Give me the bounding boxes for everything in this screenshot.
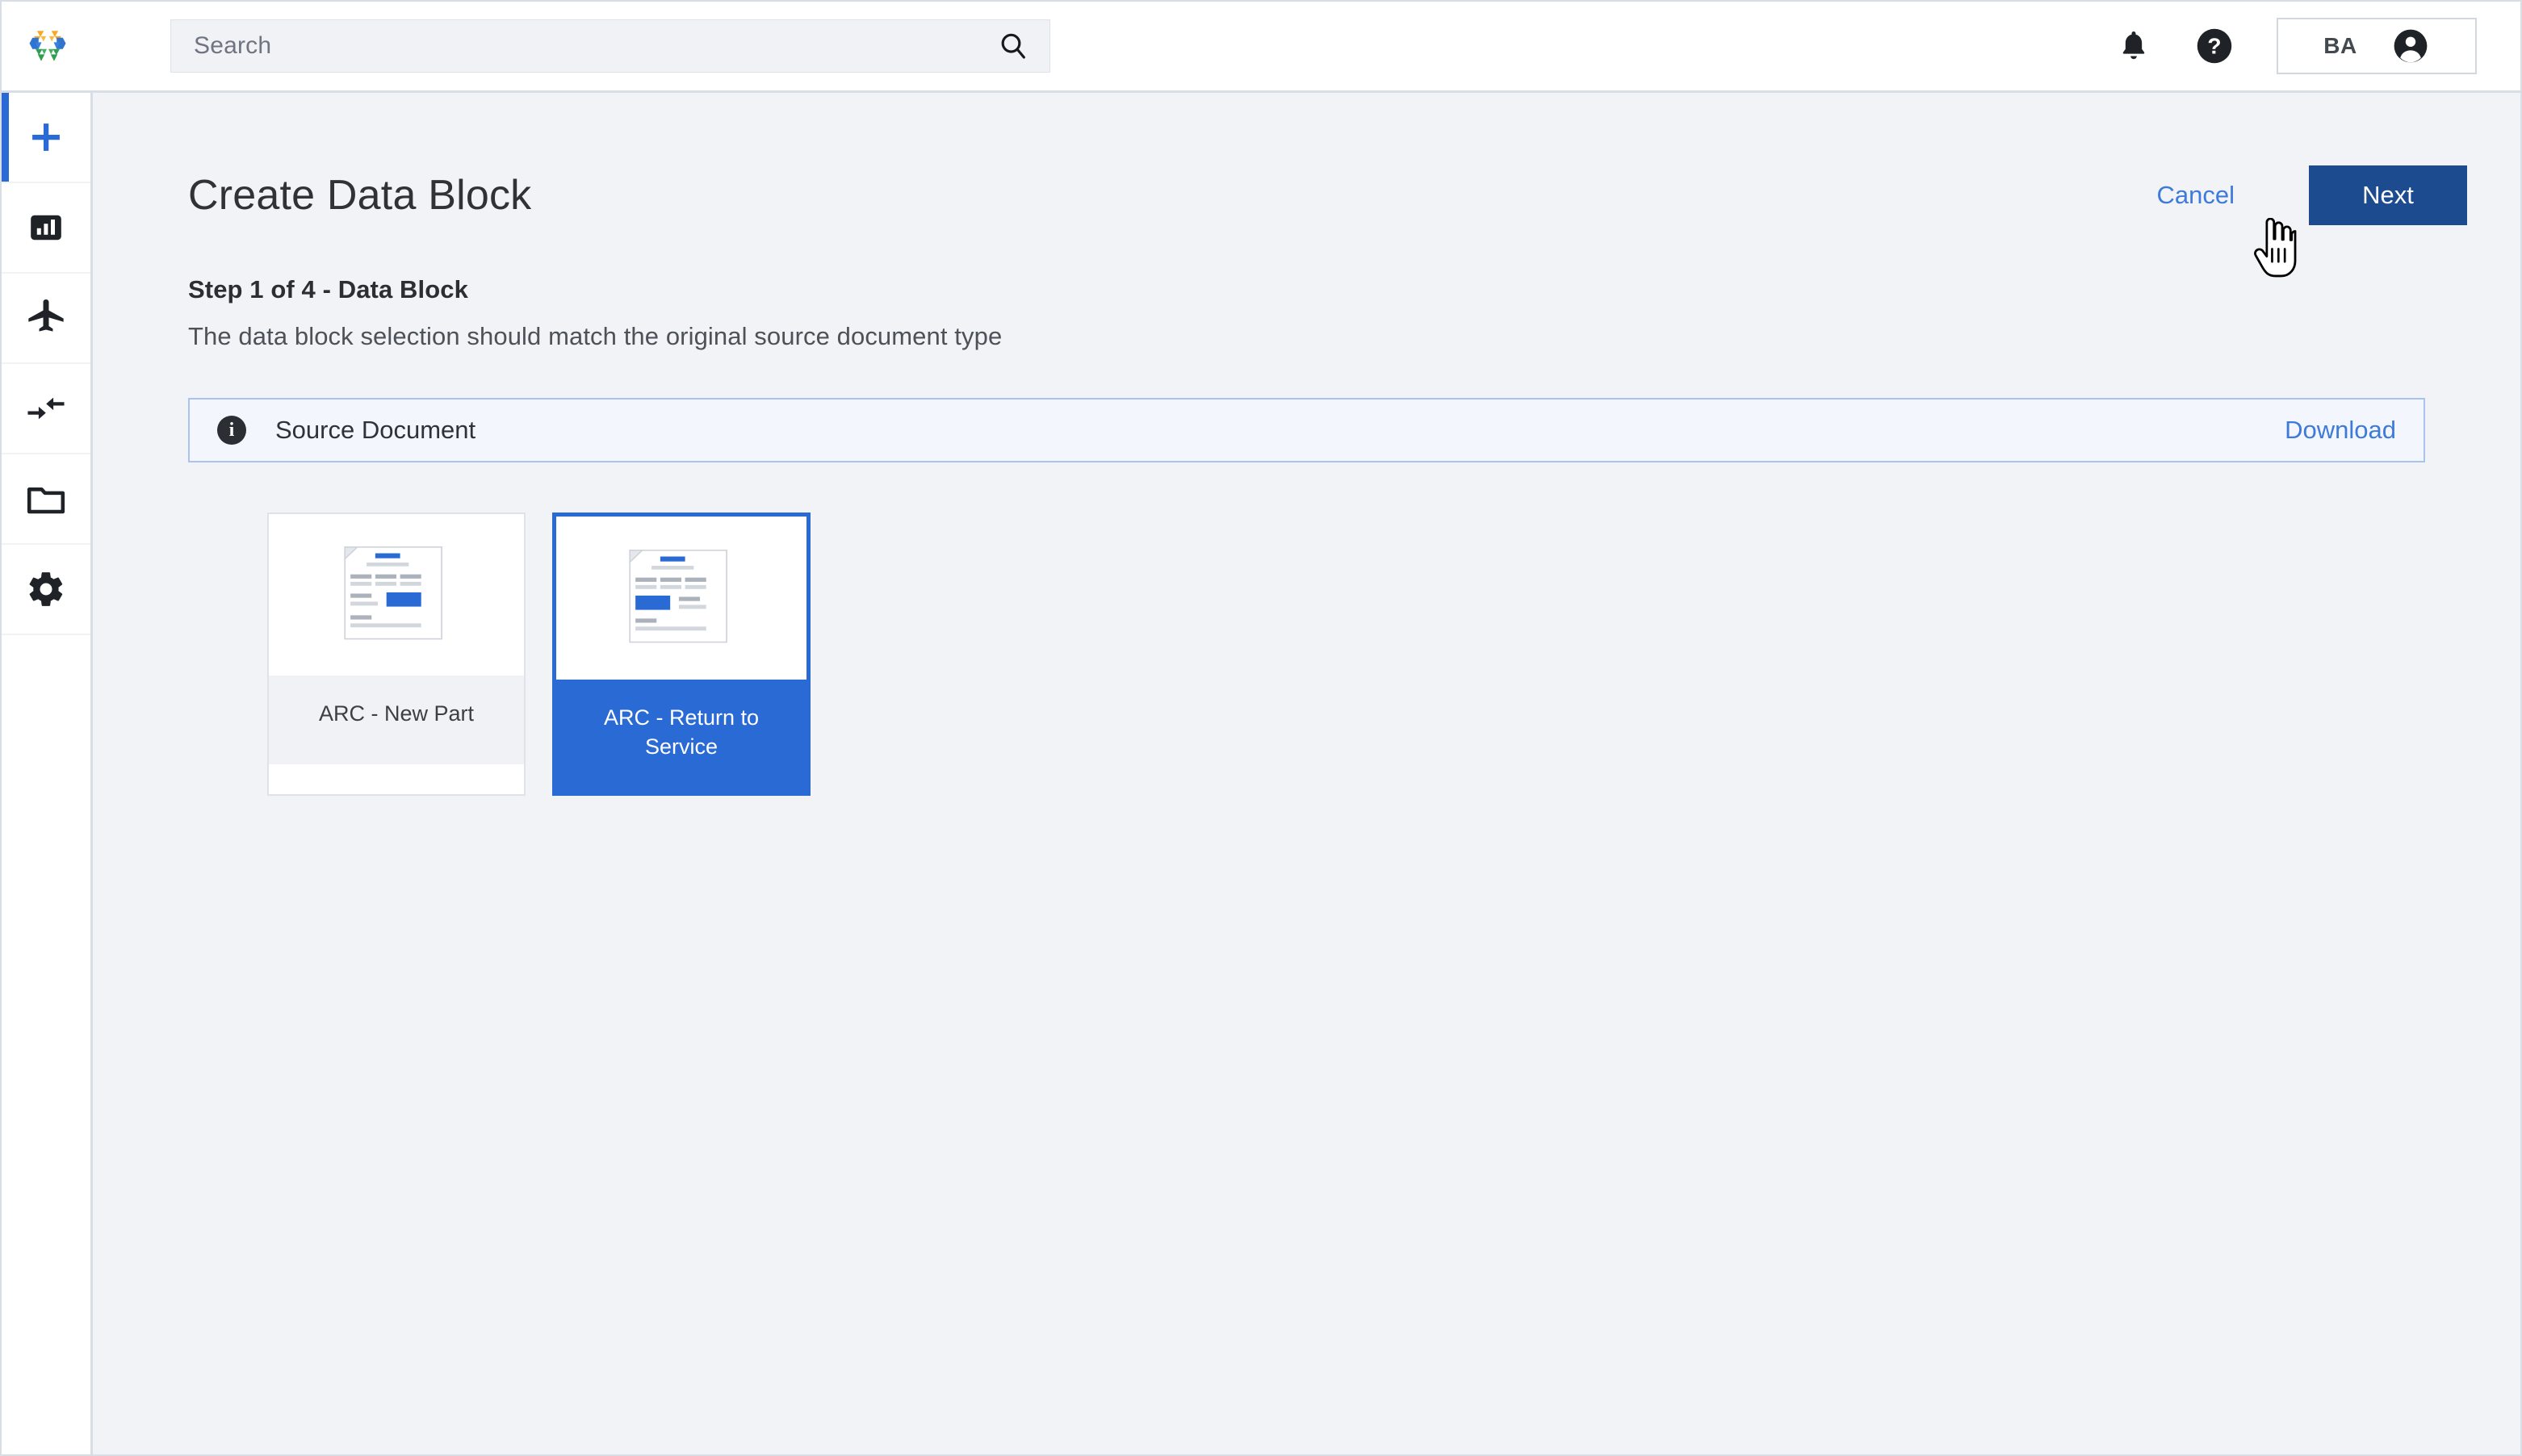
sidebar-navigation — [2, 93, 93, 1454]
body-container: Create Data Block Cancel Next Step 1 of … — [2, 93, 2520, 1454]
page-title: Create Data Block — [188, 172, 532, 219]
gear-icon — [29, 572, 63, 606]
source-document-label: Source Document — [275, 416, 476, 444]
sidebar-item-documents[interactable] — [2, 454, 90, 545]
airplane-icon — [28, 299, 64, 332]
bar-chart-icon — [31, 215, 61, 241]
document-preview-icon — [344, 546, 442, 640]
main-content: Create Data Block Cancel Next Step 1 of … — [93, 93, 2520, 1454]
top-bar: Search ? BA — [2, 2, 2520, 93]
sidebar-item-settings[interactable] — [2, 545, 90, 635]
help-circle-icon[interactable]: ? — [2194, 26, 2235, 66]
cancel-button[interactable]: Cancel — [2130, 166, 2263, 224]
step-description: The data block selection should match th… — [188, 322, 1003, 350]
data-block-card-arc-return-to-service[interactable]: ARC - Return to Service — [552, 513, 811, 797]
download-link[interactable]: Download — [2285, 416, 2396, 445]
logo-container[interactable] — [2, 22, 93, 70]
document-preview-icon — [629, 549, 727, 643]
compress-arrows-icon — [27, 397, 65, 420]
next-button[interactable]: Next — [2309, 165, 2467, 225]
application-window: Search ? BA Create Data Block Cancel Nex… — [0, 0, 2522, 1456]
source-document-bar: i Source Document Download — [188, 398, 2425, 462]
folder-icon — [27, 487, 65, 514]
data-block-label: ARC - Return to Service — [556, 680, 806, 793]
company-logo-icon — [29, 31, 65, 61]
account-circle-icon[interactable] — [2391, 27, 2430, 65]
svg-text:?: ? — [2207, 34, 2221, 59]
step-title: Step 1 of 4 - Data Block — [188, 275, 468, 303]
document-thumbnail — [556, 517, 806, 680]
header-actions: Cancel Next — [2130, 165, 2467, 225]
sidebar-item-aircraft[interactable] — [2, 274, 90, 364]
sidebar-item-reports[interactable] — [2, 183, 90, 274]
data-block-card-arc-new-part[interactable]: ARC - New Part — [267, 513, 526, 797]
topbar-actions: ? BA — [2115, 18, 2485, 74]
data-block-options: ARC - New Part ARC - Return to Service — [93, 462, 2520, 797]
search-field[interactable]: Search — [170, 19, 1050, 73]
search-input[interactable]: Search — [194, 34, 995, 58]
bell-icon[interactable] — [2115, 27, 2152, 65]
user-menu-button[interactable]: BA — [2277, 18, 2477, 74]
plus-icon — [32, 123, 60, 151]
info-icon: i — [217, 416, 246, 445]
sidebar-item-transfers[interactable] — [2, 364, 90, 454]
search-icon[interactable] — [995, 27, 1032, 65]
data-block-label: ARC - New Part — [269, 676, 524, 764]
step-section: Step 1 of 4 - Data Block The data block … — [93, 225, 2520, 351]
sidebar-item-add[interactable] — [2, 93, 90, 183]
document-thumbnail — [269, 514, 524, 676]
user-initials: BA — [2323, 33, 2357, 58]
page-header: Create Data Block Cancel Next — [93, 93, 2520, 225]
